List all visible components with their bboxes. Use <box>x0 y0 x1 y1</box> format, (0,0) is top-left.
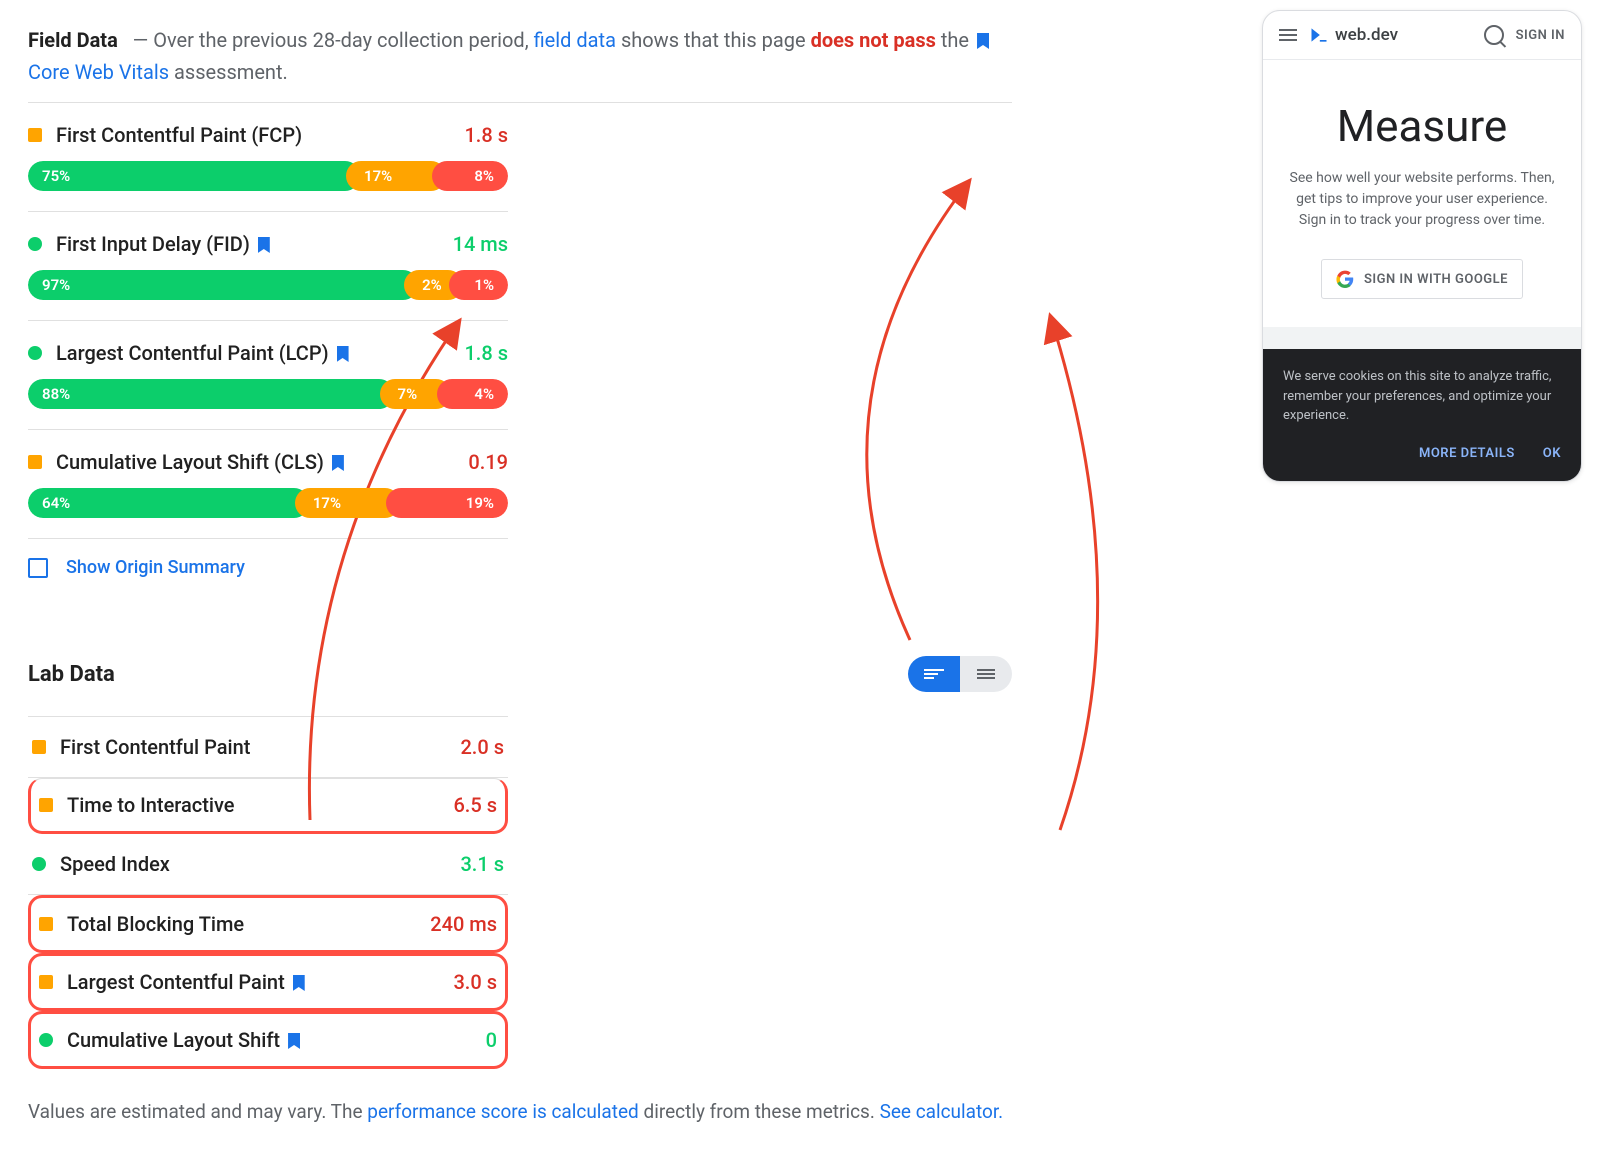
lab-metric-name: First Contentful Paint <box>60 735 460 759</box>
lab-metric-name: Largest Contentful Paint <box>67 970 453 994</box>
metric-name: Cumulative Layout Shift (CLS) <box>56 450 468 474</box>
metric-card: First Input Delay (FID) 14 ms 97%2%1% <box>28 212 508 321</box>
webdev-logo[interactable]: web.dev <box>1309 25 1398 45</box>
lab-metric-value: 3.0 s <box>453 970 497 994</box>
metric-name: First Contentful Paint (FCP) <box>56 123 464 147</box>
dist-segment: 88% <box>28 379 394 409</box>
lab-metric-row: Speed Index 3.1 s <box>28 834 508 895</box>
field-data-link[interactable]: field data <box>534 28 616 52</box>
status-icon <box>32 740 46 754</box>
search-icon[interactable] <box>1484 25 1504 45</box>
distribution-bar: 88%7%4% <box>28 379 508 409</box>
bookmark-icon <box>293 975 305 991</box>
cookie-ok-button[interactable]: OK <box>1543 444 1561 464</box>
dist-segment: 8% <box>432 161 508 191</box>
distribution-bar: 75%17%8% <box>28 161 508 191</box>
metric-card: First Contentful Paint (FCP) 1.8 s 75%17%… <box>28 103 508 212</box>
footer-note: Values are estimated and may vary. The p… <box>28 1097 1012 1127</box>
metric-card: Cumulative Layout Shift (CLS) 0.19 64%17%… <box>28 430 508 539</box>
bookmark-icon <box>288 1033 300 1049</box>
measure-title: Measure <box>1283 100 1561 152</box>
perf-score-link[interactable]: performance score is calculated <box>367 1100 638 1123</box>
status-icon <box>39 798 53 812</box>
lab-metric-name: Cumulative Layout Shift <box>67 1028 486 1052</box>
lab-metric-row: Cumulative Layout Shift 0 <box>28 1011 508 1069</box>
dist-segment: 17% <box>346 161 446 191</box>
metric-name: First Input Delay (FID) <box>56 232 453 256</box>
status-icon <box>32 857 46 871</box>
bookmark-icon <box>977 33 989 49</box>
view-toggle[interactable] <box>908 656 1012 692</box>
field-data-title: Field Data <box>28 28 118 52</box>
status-icon <box>28 237 42 251</box>
core-web-vitals-link[interactable]: Core Web Vitals <box>28 60 169 84</box>
status-icon <box>39 917 53 931</box>
hamburger-icon[interactable] <box>1279 29 1297 41</box>
distribution-bar: 97%2%1% <box>28 270 508 300</box>
show-origin-summary[interactable]: Show Origin Summary <box>28 539 1012 596</box>
metric-value: 14 ms <box>453 232 508 256</box>
metric-name: Largest Contentful Paint (LCP) <box>56 341 464 365</box>
checkbox-icon[interactable] <box>28 558 48 578</box>
cookie-banner: We serve cookies on this site to analyze… <box>1263 349 1581 481</box>
toggle-detailed-icon[interactable] <box>908 656 960 692</box>
status-icon <box>28 455 42 469</box>
webdev-preview: web.dev SIGN IN Measure See how well you… <box>1262 10 1582 482</box>
metric-value: 1.8 s <box>464 123 508 147</box>
assessment-fail: does not pass <box>811 28 936 52</box>
bookmark-icon <box>337 346 349 362</box>
toggle-compact-icon[interactable] <box>960 656 1012 692</box>
status-icon <box>28 128 42 142</box>
lab-metric-row: First Contentful Paint 2.0 s <box>28 716 508 778</box>
measure-subtitle: See how well your website performs. Then… <box>1283 168 1561 231</box>
lab-metric-name: Total Blocking Time <box>67 912 430 936</box>
dist-segment: 64% <box>28 488 309 518</box>
google-signin-button[interactable]: SIGN IN WITH GOOGLE <box>1321 259 1523 299</box>
dist-segment: 97% <box>28 270 418 300</box>
lab-metric-value: 3.1 s <box>460 852 504 876</box>
signin-link[interactable]: SIGN IN <box>1516 28 1565 43</box>
status-icon <box>28 346 42 360</box>
lab-metric-row: Largest Contentful Paint 3.0 s <box>28 953 508 1011</box>
status-icon <box>39 1033 53 1047</box>
distribution-bar: 64%17%19% <box>28 488 508 518</box>
lab-metric-value: 240 ms <box>430 912 497 936</box>
lab-metrics-grid: First Contentful Paint 2.0 sTime to Inte… <box>28 716 1012 1069</box>
field-metrics-grid: First Contentful Paint (FCP) 1.8 s75%17%… <box>28 102 1012 539</box>
status-icon <box>39 975 53 989</box>
dist-segment: 17% <box>295 488 400 518</box>
dist-segment: 19% <box>386 488 508 518</box>
lab-metric-row: Time to Interactive 6.5 s <box>28 778 508 834</box>
cookie-more-link[interactable]: MORE DETAILS <box>1419 444 1515 464</box>
lab-metric-value: 2.0 s <box>460 735 504 759</box>
lab-metric-value: 6.5 s <box>453 793 497 817</box>
lab-metric-name: Speed Index <box>60 852 460 876</box>
bookmark-icon <box>332 455 344 471</box>
metric-value: 1.8 s <box>464 341 508 365</box>
dist-segment: 1% <box>449 270 508 300</box>
field-data-header: Field Data — Over the previous 28-day co… <box>28 24 1012 88</box>
lab-data-title: Lab Data <box>28 662 115 687</box>
bookmark-icon <box>258 237 270 253</box>
metric-value: 0.19 <box>468 450 508 474</box>
lab-metric-name: Time to Interactive <box>67 793 453 817</box>
lab-metric-value: 0 <box>486 1028 497 1052</box>
dist-segment: 4% <box>437 379 508 409</box>
webdev-logo-icon <box>1309 25 1329 45</box>
dist-segment: 75% <box>28 161 360 191</box>
calculator-link[interactable]: See calculator. <box>880 1100 1004 1123</box>
google-logo-icon <box>1336 270 1354 288</box>
metric-card: Largest Contentful Paint (LCP) 1.8 s 88%7… <box>28 321 508 430</box>
lab-metric-row: Total Blocking Time 240 ms <box>28 895 508 953</box>
